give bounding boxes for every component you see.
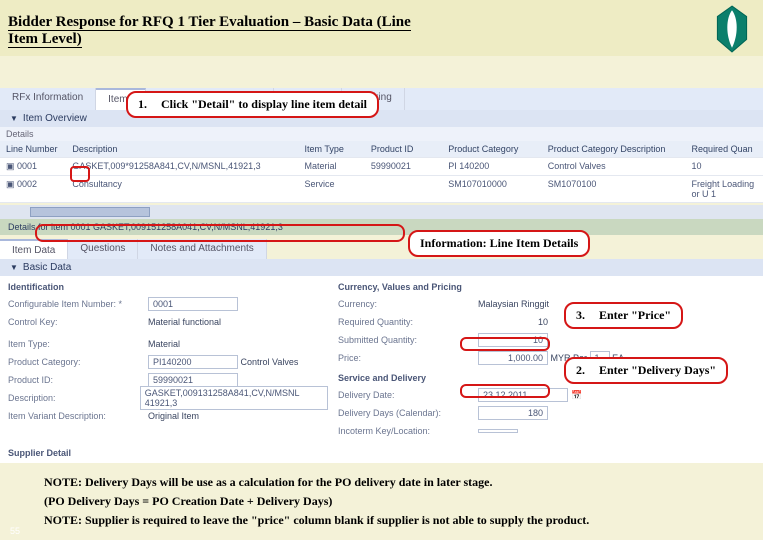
notes-block: NOTE: Delivery Days will be use as a cal… <box>0 463 763 539</box>
variant-val: Original Item <box>148 411 199 421</box>
col-required-qty: Required Quan <box>686 141 763 158</box>
col-product-cat-desc: Product Category Description <box>542 141 686 158</box>
lbl-description: Description: <box>8 393 140 403</box>
cell-pid <box>365 176 442 203</box>
main-tabs: RFx Information Items Notes and Attachme… <box>0 88 763 110</box>
callout-info-text: Information: Line Item Details <box>420 236 578 251</box>
incoterm-field[interactable] <box>478 429 518 433</box>
detail-icon[interactable]: ▣ <box>6 179 15 189</box>
lbl-price: Price: <box>338 353 478 363</box>
lbl-prod-cat: Product Category: <box>8 357 148 367</box>
lbl-config-item: Configurable Item Number: * <box>8 299 148 309</box>
lbl-control-key: Control Key: <box>8 317 148 327</box>
lbl-sub-qty: Submitted Quantity: <box>338 335 478 345</box>
tab-item-data[interactable]: Item Data <box>0 239 68 259</box>
callout-3-num: 3. <box>576 308 585 323</box>
prod-cat-desc: Control Valves <box>241 357 299 367</box>
prod-id-field[interactable]: 59990021 <box>148 373 238 387</box>
collapse-icon: ▼ <box>10 263 18 272</box>
item-overview-bar[interactable]: ▼ Item Overview <box>0 110 763 127</box>
cell-rq: 10 <box>686 158 763 176</box>
title-line2: Item Level) <box>8 31 82 48</box>
cell-pcd: SM1070100 <box>542 176 686 203</box>
config-item-field[interactable]: 0001 <box>148 297 238 311</box>
tab-notes-attach[interactable]: Notes and Attachments <box>138 239 266 259</box>
identification-heading: Identification <box>8 282 328 292</box>
lbl-variant: Item Variant Description: <box>8 411 148 421</box>
basic-data-bar[interactable]: ▼ Basic Data <box>0 259 763 276</box>
slide-title: Bidder Response for RFQ 1 Tier Evaluatio… <box>0 0 763 56</box>
calendar-icon[interactable]: 📅 <box>571 390 582 401</box>
col-description: Description <box>66 141 298 158</box>
cell-desc: Consultancy <box>66 176 298 203</box>
cell-ln: 0001 <box>17 161 37 171</box>
description-field[interactable]: GASKET,009131258A841,CV,N/MSNL 41921,3 <box>140 386 328 410</box>
cell-desc: GASKET,009*91258A841,CV,N/MSNL,41921,3 <box>66 158 298 176</box>
highlight-details-bar <box>35 224 405 242</box>
col-item-type: Item Type <box>299 141 365 158</box>
lbl-currency: Currency: <box>338 299 478 309</box>
lbl-item-type: Item Type: <box>8 339 148 349</box>
cell-it: Material <box>299 158 365 176</box>
highlight-detail-button <box>70 166 90 182</box>
petronas-logo-icon <box>711 4 753 54</box>
callout-3-text: Enter "Price" <box>599 308 671 323</box>
cell-ln: 0002 <box>17 179 37 189</box>
col-line-number: Line Number <box>0 141 66 158</box>
callout-3: 3. Enter "Price" <box>564 302 683 329</box>
control-key-val: Material functional <box>148 317 221 327</box>
del-days-field[interactable]: 180 <box>478 406 548 420</box>
prod-cat-field[interactable]: PI140200 <box>148 355 238 369</box>
note-2: (PO Delivery Days = PO Creation Date + D… <box>44 492 719 511</box>
currency-val: Malaysian Ringgit <box>478 299 549 309</box>
cell-rq: Freight Loading or U 1 <box>686 176 763 203</box>
note-1: NOTE: Delivery Days will be use as a cal… <box>44 473 719 492</box>
details-strip: Details <box>0 127 763 141</box>
lbl-del-date: Delivery Date: <box>338 390 478 400</box>
callout-4-num: 2. <box>576 363 585 378</box>
sub-tabs: Item Data Questions Notes and Attachment… <box>0 239 763 259</box>
price-field[interactable]: 1,000.00 <box>478 351 548 365</box>
cell-pc: PI 140200 <box>442 158 542 176</box>
table-row[interactable]: ▣ 0001 GASKET,009*91258A841,CV,N/MSNL,41… <box>0 158 763 176</box>
highlight-delivery-days-field <box>460 384 550 398</box>
callout-1-num: 1. <box>138 97 147 112</box>
tab-questions[interactable]: Questions <box>68 239 138 259</box>
callout-1: 1. Click "Detail" to display line item d… <box>126 91 379 118</box>
lbl-del-days: Delivery Days (Calendar): <box>338 408 478 418</box>
item-overview-label: Item Overview <box>23 113 87 124</box>
highlight-price-field <box>460 337 550 351</box>
cell-it: Service <box>299 176 365 203</box>
supplier-detail-heading: Supplier Detail <box>8 448 755 458</box>
cell-pc: SM107010000 <box>442 176 542 203</box>
lbl-prod-id: Product ID: <box>8 375 148 385</box>
note-3: NOTE: Supplier is required to leave the … <box>44 511 719 530</box>
detail-icon[interactable]: ▣ <box>6 161 15 171</box>
cell-pid: 59990021 <box>365 158 442 176</box>
basic-data-label: Basic Data <box>23 262 71 273</box>
title-line1: Bidder Response for RFQ 1 Tier Evaluatio… <box>8 14 411 31</box>
col-product-category: Product Category <box>442 141 542 158</box>
tab-rfx-info[interactable]: RFx Information <box>0 88 96 110</box>
item-type-val: Material <box>148 339 180 349</box>
lbl-req-qty: Required Quantity: <box>338 317 478 327</box>
application-screenshot: 1. Click "Detail" to display line item d… <box>0 88 763 463</box>
table-row[interactable]: ▣ 0002 Consultancy Service SM107010000 S… <box>0 176 763 203</box>
horizontal-scrollbar[interactable] <box>0 205 763 219</box>
callout-4-text: Enter "Delivery Days" <box>599 363 716 378</box>
req-qty-val: 10 <box>478 317 548 327</box>
cell-pcd: Control Valves <box>542 158 686 176</box>
callout-info: Information: Line Item Details <box>408 230 590 257</box>
callout-4: 2. Enter "Delivery Days" <box>564 357 728 384</box>
items-grid: Line Number Description Item Type Produc… <box>0 141 763 203</box>
scroll-thumb[interactable] <box>30 207 150 217</box>
slide-number: 55 <box>10 526 20 536</box>
col-product-id: Product ID <box>365 141 442 158</box>
lbl-incoterm: Incoterm Key/Location: <box>338 426 478 436</box>
currency-heading: Currency, Values and Pricing <box>338 282 755 292</box>
callout-1-text: Click "Detail" to display line item deta… <box>161 97 367 112</box>
collapse-icon: ▼ <box>10 114 18 123</box>
